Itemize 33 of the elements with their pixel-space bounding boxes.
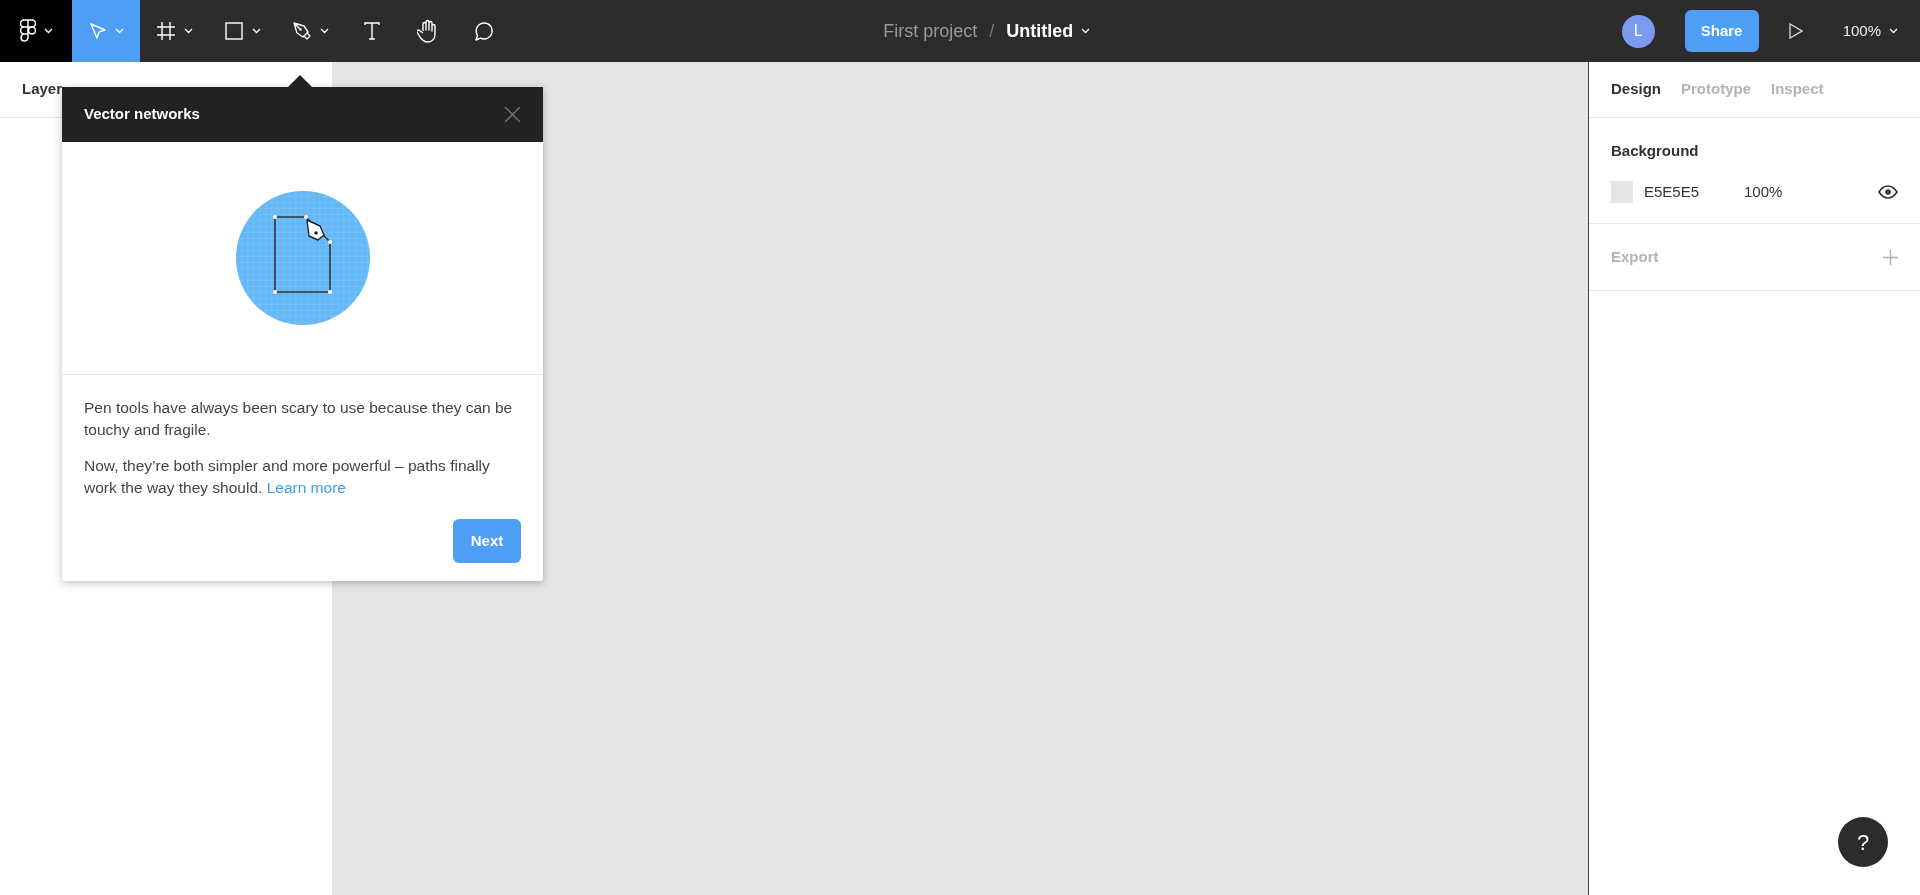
panel-tab[interactable]: Design [1611, 78, 1661, 101]
color-swatch[interactable] [1611, 180, 1633, 203]
popup-paragraph: Pen tools have always been scary to use because they can be touchy and fragile. [84, 398, 514, 440]
frame-icon [155, 21, 176, 41]
section-title: Export [1611, 246, 1660, 267]
hand-icon [417, 19, 439, 43]
chevron-down-icon [319, 28, 329, 34]
path-separator: / [989, 19, 995, 43]
close-icon[interactable] [504, 106, 521, 123]
pointer-icon [88, 22, 107, 40]
rectangle-icon [223, 21, 244, 41]
play-icon[interactable] [1788, 23, 1803, 39]
pen-icon [291, 21, 312, 41]
layers-tab[interactable]: Layer [22, 78, 63, 101]
project-name[interactable]: First project [883, 17, 978, 45]
popup-title: Vector networks [84, 104, 201, 125]
chevron-down-icon [114, 28, 124, 34]
main-menu-button[interactable] [0, 0, 72, 62]
file-name-button[interactable]: Untitled [1006, 17, 1091, 45]
chevron-down-icon [1889, 28, 1898, 34]
chevron-down-icon [1081, 28, 1091, 34]
text-icon [363, 21, 381, 41]
chevron-down-icon [43, 28, 53, 34]
zoom-menu[interactable]: 100% [1842, 19, 1898, 43]
comment-icon [473, 20, 495, 42]
chevron-down-icon [183, 28, 193, 34]
opacity-value[interactable]: 100% [1744, 180, 1783, 203]
popup-paragraph: Now, they’re both simpler and more powerful – paths finally work the way they should. Learn more [84, 456, 491, 498]
eye-icon[interactable] [1878, 184, 1898, 199]
chevron-down-icon [251, 28, 261, 34]
logo-icon [19, 19, 36, 43]
color-hex[interactable]: E5E5E5 [1644, 180, 1744, 203]
section-title: Background [1611, 141, 1700, 161]
